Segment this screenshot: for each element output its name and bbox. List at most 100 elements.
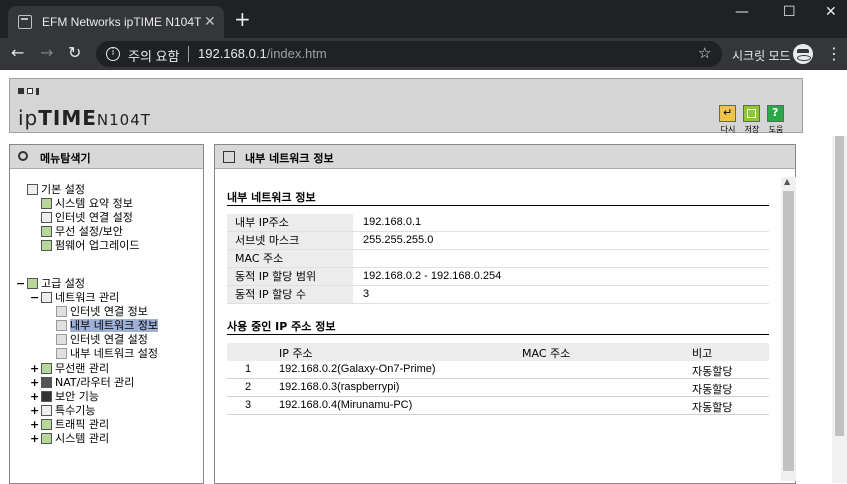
tree-system-summary[interactable]: 시스템 요약 정보	[41, 197, 133, 210]
page-favicon-icon	[18, 15, 32, 29]
table-row: 1 192.168.0.2(Galaxy-On7-Prime) 자동할당	[227, 361, 769, 379]
menu-dots-icon[interactable]: ⋮	[826, 44, 842, 63]
info-key: 동적 IP 할당 범위	[227, 268, 353, 285]
reload-icon[interactable]: ↻	[68, 44, 81, 62]
tab-title: EFM Networks ipTIME N104T	[42, 15, 202, 29]
traffic-icon	[41, 419, 52, 430]
refresh-button[interactable]: ↵	[719, 105, 736, 122]
wireless-icon	[41, 363, 52, 374]
url-host: 192.168.0.1	[198, 46, 267, 61]
logo-brand: TIME	[38, 106, 97, 130]
expand-icon[interactable]: +	[30, 362, 39, 375]
tree-lan-config[interactable]: 내부 네트워크 설정	[56, 347, 158, 360]
chart-icon	[41, 433, 52, 444]
router-page: ipTIMEN104T ↵ 다시 저장 ? 도움 메뉴탐색기 기본 설정 시스템…	[0, 70, 847, 484]
tree-wireless-security[interactable]: 무선 설정/보안	[41, 225, 123, 238]
menu-tree: 기본 설정 시스템 요약 정보 인터넷 연결 설정 무선 설정/보안 펌웨어 업…	[10, 170, 203, 483]
page-icon	[56, 348, 67, 359]
tree-internet-config[interactable]: 인터넷 연결 설정	[56, 333, 148, 346]
tree-label: 네트워크 관리	[55, 291, 120, 304]
special-icon	[41, 405, 52, 416]
row-ip: 192.168.0.3(raspberrypi)	[279, 381, 400, 393]
incognito-icon[interactable]	[793, 44, 813, 64]
section-rule	[227, 205, 769, 206]
tree-wireless-management[interactable]: 무선랜 관리	[41, 362, 109, 375]
help-button[interactable]: ?	[767, 105, 784, 122]
tree-advanced-settings[interactable]: 고급 설정	[27, 277, 85, 290]
iptime-logo: ipTIMEN104T	[18, 106, 151, 130]
tree-basic-settings[interactable]: 기본 설정	[27, 183, 85, 196]
tree-label: 고급 설정	[41, 277, 85, 290]
minimize-icon[interactable]: —	[735, 4, 749, 20]
collapse-icon[interactable]: −	[30, 291, 39, 304]
maximize-icon[interactable]: ☐	[783, 4, 796, 20]
tree-lan-info[interactable]: 내부 네트워크 정보	[56, 319, 158, 332]
lan-info-heading: 내부 네트워크 정보	[227, 191, 316, 204]
header-banner: ipTIMEN104T ↵ 다시 저장 ? 도움	[9, 78, 803, 134]
tree-label: 보안 기능	[55, 390, 99, 403]
scrollbar-thumb[interactable]	[783, 191, 794, 471]
tree-security[interactable]: 보안 기능	[41, 390, 99, 403]
main-panel-title: 내부 네트워크 정보	[245, 152, 334, 165]
info-value: 192.168.0.1	[363, 216, 422, 228]
row-note: 자동할당	[692, 402, 733, 414]
ip-usage-heading: 사용 중인 IP 주소 정보	[227, 320, 336, 333]
forward-arrow-icon[interactable]: →	[40, 44, 53, 62]
tree-special-functions[interactable]: 특수기능	[41, 404, 95, 417]
security-warning[interactable]: 주의 요함	[128, 46, 179, 65]
logo-square-icon	[27, 88, 33, 94]
window-icon	[223, 151, 235, 163]
expand-icon[interactable]: +	[30, 376, 39, 389]
expand-icon[interactable]: +	[30, 404, 39, 417]
settings-folder-icon	[27, 184, 38, 195]
main-panel: 내부 네트워크 정보 내부 네트워크 정보 내부 IP주소 192.168.0.1…	[214, 144, 796, 484]
address-divider	[188, 46, 189, 62]
column-ip: IP 주소	[279, 347, 313, 360]
table-header-row: IP 주소 MAC 주소 비고	[227, 343, 769, 361]
collapse-icon[interactable]: −	[16, 277, 25, 290]
content-scrollbar[interactable]: ▲	[781, 177, 796, 481]
back-arrow-icon[interactable]: ←	[11, 44, 24, 62]
tree-label: 무선랜 관리	[55, 362, 110, 375]
tree-firmware-upgrade[interactable]: 펌웨어 업그레이드	[41, 239, 139, 252]
info-icon[interactable]: i	[106, 47, 120, 61]
window-close-icon[interactable]: ✕	[825, 4, 837, 20]
row-ip: 192.168.0.2(Galaxy-On7-Prime)	[279, 363, 436, 375]
close-tab-icon[interactable]: ✕	[204, 13, 216, 29]
network-icon	[41, 292, 52, 303]
tree-nat-router[interactable]: NAT/라우터 관리	[41, 376, 134, 389]
tree-internet-setup[interactable]: 인터넷 연결 설정	[41, 211, 133, 224]
page-scrollbar[interactable]	[832, 136, 847, 483]
incognito-label: 시크릿 모드	[732, 49, 791, 63]
page-icon	[56, 320, 67, 331]
expand-icon[interactable]: +	[30, 418, 39, 431]
refresh-icon: ↵	[723, 106, 733, 119]
bookmark-star-icon[interactable]: ☆	[698, 44, 711, 62]
tree-traffic[interactable]: 트래픽 관리	[41, 418, 109, 431]
settings-folder-icon	[27, 278, 38, 289]
expand-icon[interactable]: +	[30, 390, 39, 403]
main-content: 내부 네트워크 정보 내부 IP주소 192.168.0.1 서브넷 마스크 255…	[215, 170, 796, 483]
tree-system-management[interactable]: 시스템 관리	[41, 432, 109, 445]
row-number: 2	[245, 381, 252, 393]
row-number: 3	[245, 399, 252, 411]
save-button[interactable]	[743, 105, 760, 122]
address-bar[interactable]: i 주의 요함 192.168.0.1/index.htm ☆	[96, 41, 722, 67]
logo-square-icon	[18, 88, 24, 94]
scroll-up-icon[interactable]: ▲	[784, 177, 790, 186]
url-text[interactable]: 192.168.0.1/index.htm	[198, 46, 327, 61]
logo-grid-icon	[36, 88, 45, 94]
browser-tab[interactable]: EFM Networks ipTIME N104T ✕	[8, 6, 224, 38]
column-note: 비고	[692, 347, 713, 360]
info-key: MAC 주소	[227, 250, 353, 267]
tree-network-management[interactable]: 네트워크 관리	[41, 291, 119, 304]
new-tab-button[interactable]: +	[234, 9, 251, 29]
tree-internet-info[interactable]: 인터넷 연결 정보	[56, 305, 148, 318]
info-row: 동적 IP 할당 범위 192.168.0.2 - 192.168.0.254	[227, 268, 769, 286]
tree-label: 기본 설정	[41, 183, 85, 196]
page-scrollbar-thumb[interactable]	[835, 136, 844, 436]
tree-label: 내부 네트워크 설정	[70, 347, 158, 360]
expand-icon[interactable]: +	[30, 432, 39, 445]
info-row: 서브넷 마스크 255.255.255.0	[227, 232, 769, 250]
save-icon	[747, 109, 756, 118]
